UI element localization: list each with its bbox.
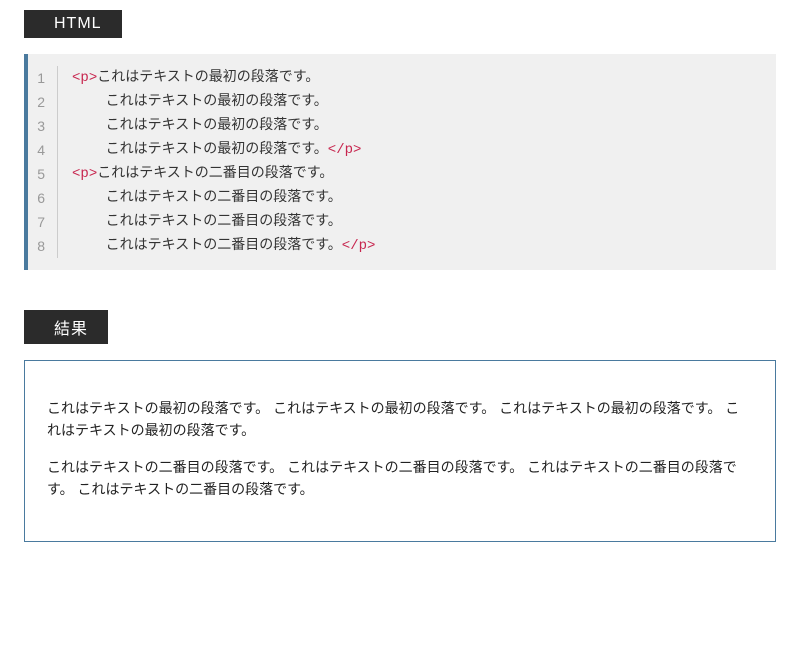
result-block: これはテキストの最初の段落です。 これはテキストの最初の段落です。 これはテキス…: [24, 360, 776, 542]
code-line: これはテキストの最初の段落です。: [72, 114, 375, 138]
code-content: <p>これはテキストの最初の段落です。 これはテキストの最初の段落です。 これは…: [72, 66, 375, 258]
code-line: これはテキストの二番目の段落です。: [72, 186, 375, 210]
code-line: これはテキストの二番目の段落です。</p>: [72, 234, 375, 258]
line-number: 6: [36, 186, 45, 210]
section-header-result: 結果: [24, 310, 108, 344]
line-number: 4: [36, 138, 45, 162]
line-number: 5: [36, 162, 45, 186]
code-line: これはテキストの二番目の段落です。: [72, 210, 375, 234]
line-number: 3: [36, 114, 45, 138]
line-number: 2: [36, 90, 45, 114]
line-number: 8: [36, 234, 45, 258]
line-number-gutter: 12345678: [36, 66, 58, 258]
line-number: 1: [36, 66, 45, 90]
section-header-html: HTML: [24, 10, 122, 38]
result-paragraph: これはテキストの最初の段落です。 これはテキストの最初の段落です。 これはテキス…: [47, 397, 753, 442]
result-paragraph: これはテキストの二番目の段落です。 これはテキストの二番目の段落です。 これはテ…: [47, 456, 753, 501]
line-number: 7: [36, 210, 45, 234]
code-line: <p>これはテキストの最初の段落です。: [72, 66, 375, 90]
code-line: これはテキストの最初の段落です。</p>: [72, 138, 375, 162]
code-line: <p>これはテキストの二番目の段落です。: [72, 162, 375, 186]
code-block: 12345678 <p>これはテキストの最初の段落です。 これはテキストの最初の…: [24, 54, 776, 270]
code-line: これはテキストの最初の段落です。: [72, 90, 375, 114]
